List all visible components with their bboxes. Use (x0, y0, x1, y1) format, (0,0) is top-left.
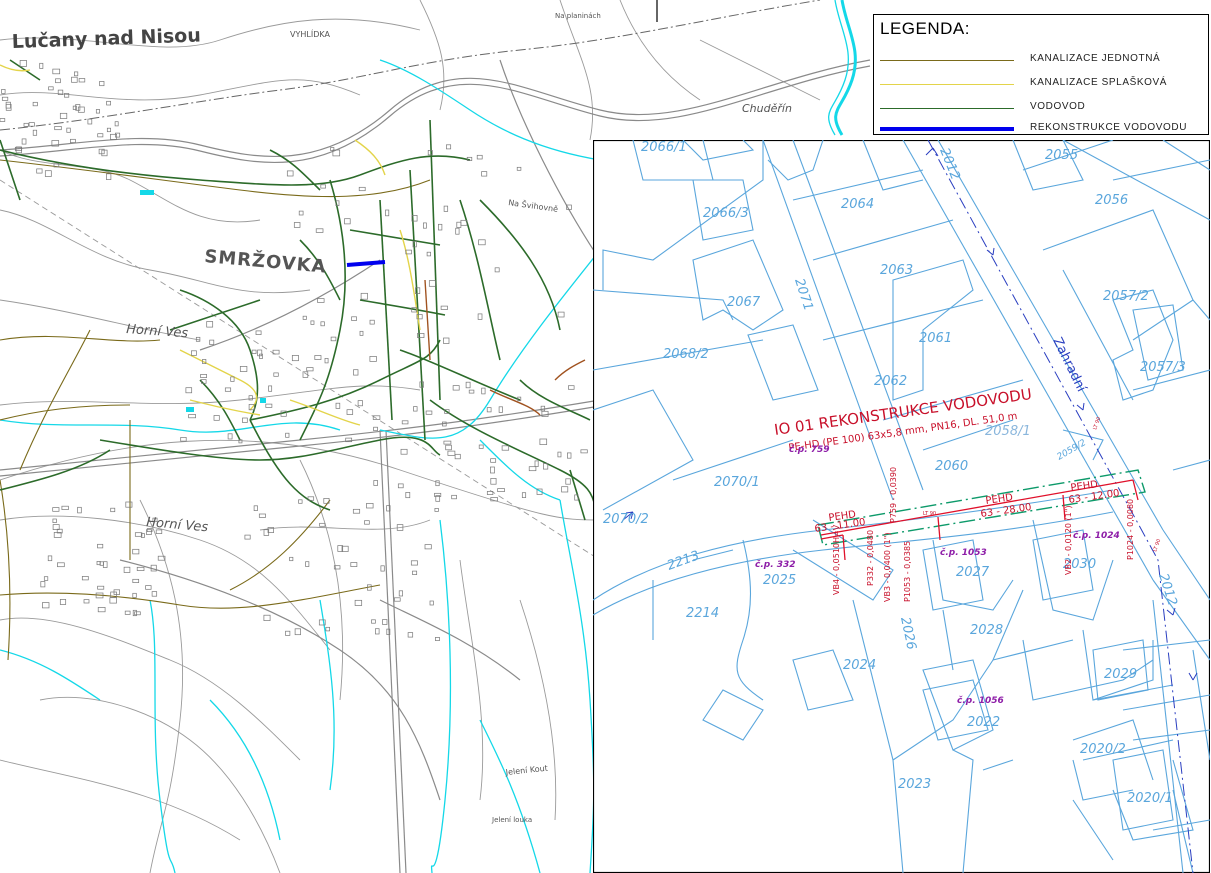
legend-swatch (880, 108, 1014, 109)
parcel-label: 2055 (1045, 148, 1078, 163)
legend-title: LEGENDA: (880, 19, 970, 38)
connection-label: P1024 - 0,0080 (1126, 499, 1135, 560)
map-sheet: Lučany nad Nisou SMRŽOVKA Horní Ves Horn… (0, 0, 1211, 873)
connection-label: P1053 - 0,0385 (903, 541, 912, 602)
legend-item-sewer-combined: KANALIZACE JEDNOTNÁ (880, 53, 1204, 69)
house-number: č.p. 1056 (957, 695, 1004, 706)
parcel-label: 2070/1 (714, 475, 760, 490)
parcel-label: 2020/2 (1080, 742, 1126, 757)
parcel-label: 2070/2 (603, 512, 649, 527)
connection-label: VB4 - 0,0510H=V (832, 524, 841, 595)
parcel-label: 2020/1 (1127, 791, 1173, 806)
detail-map: 2066/1 2066/3 2064 2055 2056 2067 2063 2… (593, 140, 1210, 873)
legend-swatch (880, 84, 1014, 85)
connection-label: LT 90 (923, 511, 936, 517)
legend: LEGENDA: KANALIZACE JEDNOTNÁ KANALIZACE … (873, 14, 1209, 135)
connection-label: P759 - 0,0390 (889, 467, 898, 523)
parcel-label: 2060 (935, 459, 968, 474)
legend-item-label: KANALIZACE JEDNOTNÁ (1030, 53, 1161, 64)
connection-label: P332 - 0,0480 (866, 530, 875, 586)
legend-item-label: REKONSTRUKCE VODOVODU (1030, 122, 1188, 133)
legend-item-sewer-sanitary: KANALIZACE SPLAŠKOVÁ (880, 77, 1204, 93)
parcel-label: 2214 (686, 606, 719, 621)
parcel-label: 2057/2 (1103, 289, 1149, 304)
town-label-vyhlidka: VYHLÍDKA (290, 28, 330, 39)
parcel-label: 2023 (898, 777, 931, 792)
parcel-label: 2068/2 (663, 347, 709, 362)
connection-label: VB2 - 0,0120 (1") (1064, 505, 1073, 575)
parcel-label: 2029 (1104, 667, 1137, 682)
parcel-label: 2025 (763, 573, 796, 588)
parcel-label: 2063 (880, 263, 913, 278)
parcel-label: 2057/3 (1140, 360, 1186, 375)
town-label-chuderin: Chuděřín (742, 102, 792, 115)
parcel-label: 2061 (919, 331, 952, 346)
legend-item-water: VODOVOD (880, 101, 1204, 117)
connection-label: VB3 - 0,0400 (1") (883, 532, 892, 602)
parcel-label: 2066/3 (703, 206, 749, 221)
parcel-label: 2062 (874, 374, 907, 389)
parcel-label: 2064 (841, 197, 874, 212)
legend-item-label: VODOVOD (1030, 101, 1086, 112)
parcel-label: 2028 (970, 623, 1003, 638)
house-number: č.p. 1024 (1073, 530, 1120, 541)
parcel-label: 2067 (727, 295, 761, 310)
parcel-label: 2022 (967, 715, 1000, 730)
town-label-na-planinach: Na planinách (555, 12, 601, 20)
legend-item-reconstruction: REKONSTRUKCE VODOVODU (880, 122, 1204, 139)
parcel-label: 2024 (843, 658, 876, 673)
parcel-label: 2058/1 (985, 424, 1031, 439)
parcel-label: 2056 (1095, 193, 1128, 208)
parcel-label: 2027 (956, 565, 990, 580)
house-number: č.p. 1053 (940, 547, 987, 558)
house-number: č.p. 759 (789, 444, 830, 455)
town-label-jeleni-louka: Jelení louka (491, 816, 532, 824)
legend-item-label: KANALIZACE SPLAŠKOVÁ (1030, 77, 1168, 88)
house-number: č.p. 332 (755, 559, 796, 570)
legend-swatch (880, 60, 1014, 61)
legend-swatch (880, 127, 1014, 131)
parcel-label: 2066/1 (641, 140, 687, 155)
